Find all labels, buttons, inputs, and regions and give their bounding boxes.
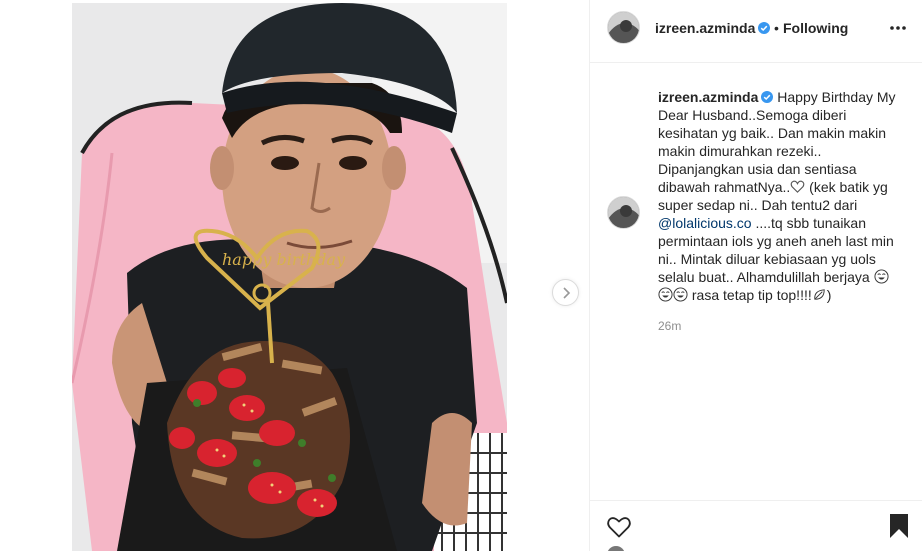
action-bar (590, 500, 922, 551)
post-photo[interactable]: happy birthday (72, 3, 507, 551)
crying-laughing-emoji-icon (874, 269, 889, 284)
username-text[interactable]: izreen.azminda (655, 20, 755, 36)
verified-badge-icon (758, 22, 771, 34)
caption-username[interactable]: izreen.azminda (658, 89, 758, 105)
chevron-right-icon (562, 286, 570, 299)
caption-text-5: ) (826, 287, 832, 303)
caption-text-4: rasa tetap tip top!!!! (688, 287, 812, 303)
crying-laughing-emoji-icon (673, 287, 688, 302)
more-horizontal-icon[interactable] (888, 18, 908, 38)
caption-avatar[interactable] (607, 196, 640, 229)
like-heart-icon[interactable] (606, 514, 632, 540)
next-photo-button[interactable] (552, 279, 579, 306)
verified-badge-icon (761, 91, 774, 103)
photo-illustration: happy birthday (72, 3, 507, 551)
author-username[interactable]: izreen.azminda (655, 20, 771, 36)
post-panel: izreen.azminda • Following izreen.azmind… (589, 0, 922, 551)
post-media-area: happy birthday (0, 0, 589, 551)
separator-dot: • (774, 20, 779, 36)
leaf-icon (814, 289, 825, 300)
post-header: izreen.azminda • Following (590, 0, 922, 63)
post-caption: izreen.azminda Happy Birthday My Dear Hu… (658, 88, 906, 304)
save-bookmark-icon[interactable] (888, 513, 910, 539)
avatar-photo (608, 197, 639, 228)
white-heart-icon (790, 180, 805, 193)
crying-laughing-emoji-icon (658, 287, 673, 302)
post-timestamp[interactable]: 26m (658, 319, 681, 333)
mention-link[interactable]: @lolalicious.co (658, 215, 752, 231)
author-avatar[interactable] (607, 11, 640, 44)
liker-avatar[interactable] (607, 546, 625, 551)
cake-topper-text: happy birthday (222, 250, 346, 269)
following-button[interactable]: Following (783, 20, 848, 36)
avatar-photo (608, 12, 639, 43)
